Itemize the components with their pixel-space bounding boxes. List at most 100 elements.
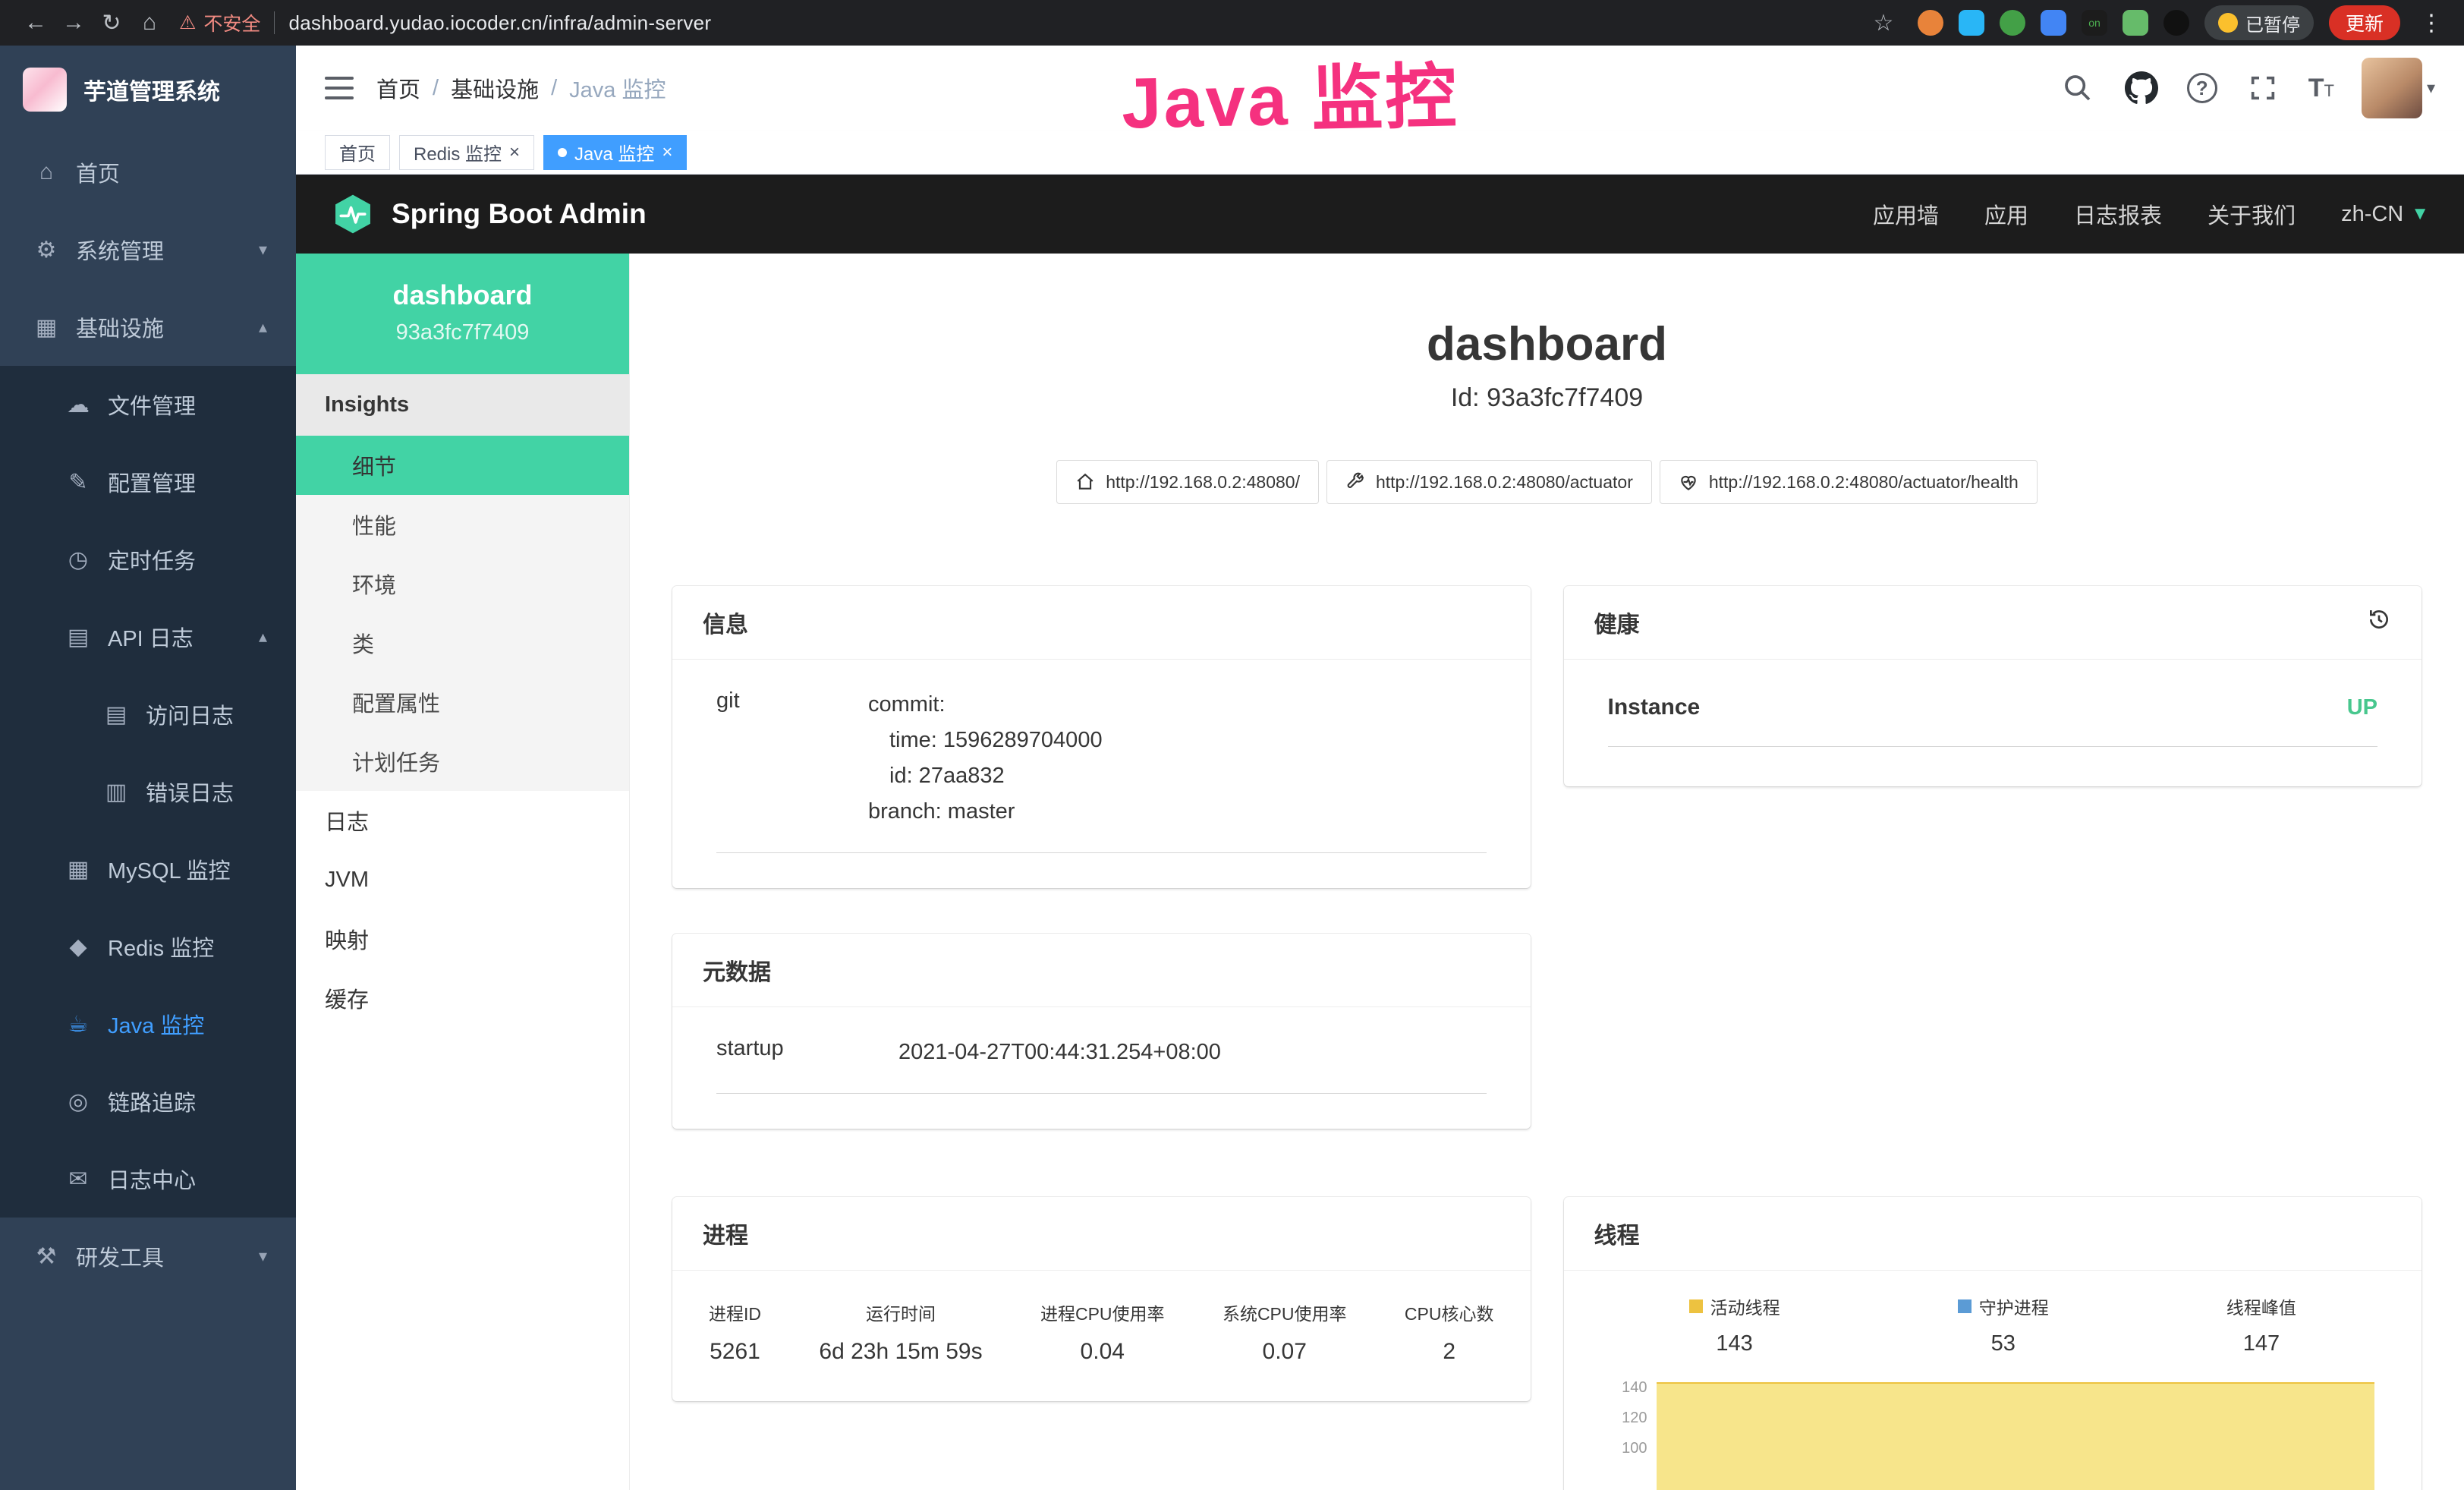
sba-item-details[interactable]: 细节 (296, 436, 629, 495)
trace-icon: ◎ (64, 1088, 93, 1115)
tab-close-icon[interactable]: × (662, 143, 672, 162)
bookmark-star-icon[interactable]: ☆ (1865, 4, 1902, 42)
chrome-update-button[interactable]: 更新 (2329, 5, 2400, 40)
forward-icon[interactable]: → (55, 4, 93, 42)
instance-id: 93a3fc7f7409 (311, 320, 614, 345)
user-menu[interactable]: ▾ (2362, 58, 2435, 118)
info-card: 信息 git commit: time: 1596289704000 id: 2… (672, 586, 1531, 888)
back-icon[interactable]: ← (17, 4, 55, 42)
avatar (2362, 58, 2422, 118)
home-icon[interactable]: ⌂ (131, 4, 168, 42)
status-badge: UP (2347, 695, 2377, 720)
sidebar-item-config-mgmt[interactable]: ✎ 配置管理 (0, 443, 296, 521)
metadata-card: 元数据 startup 2021-04-27T00:44:31.254+08:0… (672, 934, 1531, 1129)
extension-icon[interactable] (1959, 10, 1984, 36)
reload-icon[interactable]: ↻ (93, 4, 131, 42)
process-card-title: 进程 (672, 1197, 1531, 1271)
breadcrumb-home[interactable]: 首页 (376, 72, 420, 104)
sba-content: dashboard Id: 93a3fc7f7409 http://192.16… (630, 254, 2464, 1490)
chevron-down-icon: ▼ (2411, 203, 2429, 225)
actuator-url-button[interactable]: http://192.168.0.2:48080/actuator (1326, 460, 1652, 504)
github-icon[interactable] (2123, 70, 2160, 106)
sidebar-item-java-monitor[interactable]: ☕ Java 监控 (0, 985, 296, 1063)
fullscreen-icon[interactable] (2245, 70, 2281, 106)
service-url-button[interactable]: http://192.168.0.2:48080/ (1056, 460, 1319, 504)
font-size-icon[interactable]: TT (2308, 74, 2334, 103)
tab-redis-monitor[interactable]: Redis 监控 × (399, 135, 534, 170)
sidebar-item-file-mgmt[interactable]: ☁ 文件管理 (0, 366, 296, 443)
sidebar-item-redis-monitor[interactable]: ◆ Redis 监控 (0, 908, 296, 985)
metadata-card-title: 元数据 (672, 934, 1531, 1007)
tab-java-monitor[interactable]: Java 监控 × (543, 135, 687, 170)
instance-name: dashboard (311, 279, 614, 311)
instance-header[interactable]: dashboard 93a3fc7f7409 (296, 254, 629, 374)
sba-item-config-props[interactable]: 配置属性 (296, 673, 629, 732)
history-icon[interactable] (2367, 607, 2391, 638)
sba-logo-icon (331, 192, 375, 236)
legend-active-threads: 活动线程 143 (1689, 1293, 1780, 1356)
sba-item-environment[interactable]: 环境 (296, 554, 629, 613)
wrench-icon (1345, 472, 1365, 492)
paused-badge[interactable]: 已暂停 (2204, 5, 2314, 40)
sba-item-metrics[interactable]: 性能 (296, 495, 629, 554)
hamburger-icon[interactable] (325, 77, 354, 99)
java-icon: ☕ (64, 1011, 93, 1038)
sba-frame: Spring Boot Admin 应用墙 应用 日志报表 关于我们 zh-CN… (296, 175, 2464, 1490)
tab-home[interactable]: 首页 (325, 135, 390, 170)
help-icon[interactable]: ? (2187, 73, 2217, 103)
startup-row: startup 2021-04-27T00:44:31.254+08:00 (716, 1035, 1487, 1094)
sba-nav-wallboard[interactable]: 应用墙 (1873, 198, 1939, 230)
health-card: 健康 Instance (1564, 586, 2422, 786)
sidebar-item-dev-tools[interactable]: ⚒ 研发工具 ▾ (0, 1218, 296, 1295)
address-bar[interactable]: dashboard.yudao.iocoder.cn/infra/admin-s… (288, 11, 711, 35)
security-chip[interactable]: ⚠ 不安全 (179, 9, 260, 36)
tab-close-icon[interactable]: × (509, 143, 520, 162)
breadcrumb-section[interactable]: 基础设施 (451, 72, 539, 104)
sidebar-item-api-logs[interactable]: ▤ API 日志 ▴ (0, 598, 296, 676)
health-card-title: 健康 (1594, 606, 1640, 639)
legend-peak-threads: 线程峰值 147 (2226, 1293, 2296, 1356)
chart-plot-area (1657, 1378, 2375, 1490)
chevron-up-icon: ▴ (259, 317, 267, 337)
chevron-down-icon: ▾ (259, 1246, 267, 1266)
extension-icon[interactable] (2000, 10, 2025, 36)
search-icon[interactable] (2060, 70, 2096, 106)
sba-nav-journal[interactable]: 日志报表 (2074, 198, 2162, 230)
breadcrumb-separator: / (433, 76, 439, 101)
sidebar-item-infrastructure[interactable]: ▦ 基础设施 ▴ (0, 288, 296, 366)
page-subtitle: Id: 93a3fc7f7409 (630, 383, 2464, 413)
chrome-menu-icon[interactable]: ⋮ (2415, 10, 2447, 36)
sba-brand: Spring Boot Admin (392, 198, 647, 230)
sidebar-item-home[interactable]: ⌂ 首页 (0, 134, 296, 211)
sba-item-scheduled[interactable]: 计划任务 (296, 732, 629, 791)
chevron-down-icon: ▾ (2427, 78, 2435, 98)
extension-icon[interactable] (2041, 10, 2066, 36)
sba-item-caches[interactable]: 缓存 (296, 969, 629, 1028)
extension-icon[interactable] (1918, 10, 1943, 36)
health-url-button[interactable]: http://192.168.0.2:48080/actuator/health (1660, 460, 2038, 504)
sidebar-item-scheduled-tasks[interactable]: ◷ 定时任务 (0, 521, 296, 598)
cloud-icon: ☁ (64, 392, 93, 418)
sidebar-item-mysql-monitor[interactable]: ▦ MySQL 监控 (0, 830, 296, 908)
extension-icon[interactable]: on (2082, 10, 2107, 36)
sba-item-logs[interactable]: 日志 (296, 791, 629, 850)
extension-icon[interactable] (2123, 10, 2148, 36)
sidebar-item-system-mgmt[interactable]: ⚙ 系统管理 ▾ (0, 211, 296, 288)
gear-icon: ⚙ (32, 237, 61, 263)
sidebar-item-error-logs[interactable]: ▥ 错误日志 (0, 753, 296, 830)
extension-icon[interactable] (2163, 10, 2189, 36)
app-logo-row[interactable]: 芋道管理系统 (0, 46, 296, 134)
sba-item-classes[interactable]: 类 (296, 613, 629, 673)
infrastructure-submenu: ☁ 文件管理 ✎ 配置管理 ◷ 定时任务 ▤ API 日志 ▴ ▤ (0, 366, 296, 1218)
sba-item-mappings[interactable]: 映射 (296, 909, 629, 969)
security-label: 不安全 (203, 9, 260, 36)
chart-y-axis: 140 120 100 (1600, 1378, 1657, 1490)
sba-nav-about[interactable]: 关于我们 (2208, 198, 2296, 230)
sidebar-item-access-logs[interactable]: ▤ 访问日志 (0, 676, 296, 753)
sba-nav-applications[interactable]: 应用 (1984, 198, 2028, 230)
sidebar-item-tracing[interactable]: ◎ 链路追踪 (0, 1063, 296, 1140)
sidebar-item-log-center[interactable]: ✉ 日志中心 (0, 1140, 296, 1218)
locale-select[interactable]: zh-CN ▼ (2341, 202, 2429, 227)
sba-item-jvm[interactable]: JVM (296, 850, 629, 909)
app-sidebar: 芋道管理系统 ⌂ 首页 ⚙ 系统管理 ▾ ▦ 基础设施 ▴ ☁ 文件管理 (0, 46, 296, 1490)
